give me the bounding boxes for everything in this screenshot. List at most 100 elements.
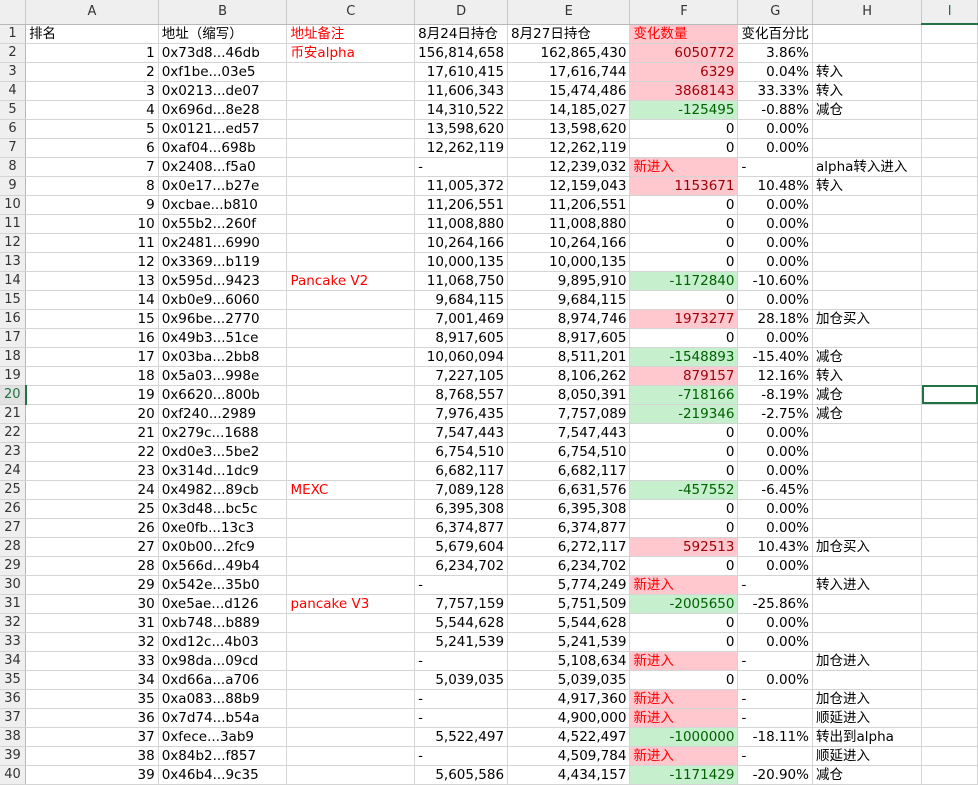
cell-A6[interactable]: 5 <box>25 119 159 139</box>
cell-C2[interactable]: 币安alpha <box>286 43 416 63</box>
column-header-F[interactable]: F <box>629 0 739 25</box>
cell-I17[interactable] <box>921 328 978 348</box>
cell-C12[interactable] <box>286 233 416 253</box>
cell-B6[interactable]: 0x0121...ed57 <box>158 119 288 139</box>
cell-H19[interactable]: 转入 <box>812 366 923 386</box>
cell-G26[interactable]: 0.00% <box>737 499 813 519</box>
cell-G10[interactable]: 0.00% <box>737 195 813 215</box>
cell-E37[interactable]: 4,900,000 <box>507 708 631 728</box>
row-header[interactable]: 11 <box>0 214 27 234</box>
cell-E35[interactable]: 5,039,035 <box>507 670 631 690</box>
cell-I22[interactable] <box>921 423 978 443</box>
cell-D7[interactable]: 12,262,119 <box>414 138 509 158</box>
cell-B35[interactable]: 0xd66a...a706 <box>158 670 288 690</box>
cell-E5[interactable]: 14,185,027 <box>507 100 631 120</box>
cell-G7[interactable]: 0.00% <box>737 138 813 158</box>
cell-H23[interactable] <box>812 442 923 462</box>
row-header[interactable]: 40 <box>0 765 27 785</box>
cell-G24[interactable]: 0.00% <box>737 461 813 481</box>
cell-G17[interactable]: 0.00% <box>737 328 813 348</box>
cell-D22[interactable]: 7,547,443 <box>414 423 509 443</box>
cell-G23[interactable]: 0.00% <box>737 442 813 462</box>
row-header[interactable]: 4 <box>0 81 27 101</box>
cell-D6[interactable]: 13,598,620 <box>414 119 509 139</box>
cell-H11[interactable] <box>812 214 923 234</box>
cell-C32[interactable] <box>286 613 416 633</box>
cell-G21[interactable]: -2.75% <box>737 404 813 424</box>
cell-F40[interactable]: -1171429 <box>629 765 739 785</box>
cell-G6[interactable]: 0.00% <box>737 119 813 139</box>
cell-F2[interactable]: 6050772 <box>629 43 739 63</box>
cell-F19[interactable]: 879157 <box>629 366 739 386</box>
cell-F34[interactable]: 新进入 <box>629 651 739 671</box>
cell-I40[interactable] <box>921 765 978 785</box>
cell-D38[interactable]: 5,522,497 <box>414 727 509 747</box>
cell-G12[interactable]: 0.00% <box>737 233 813 253</box>
cell-A28[interactable]: 27 <box>25 537 159 557</box>
cell-B7[interactable]: 0xaf04...698b <box>158 138 288 158</box>
cell-B2[interactable]: 0x73d8...46db <box>158 43 288 63</box>
cell-C39[interactable] <box>286 746 416 766</box>
cell-A11[interactable]: 10 <box>25 214 159 234</box>
cell-I16[interactable] <box>921 309 978 329</box>
cell-E14[interactable]: 9,895,910 <box>507 271 631 291</box>
cell-F30[interactable]: 新进入 <box>629 575 739 595</box>
cell-D16[interactable]: 7,001,469 <box>414 309 509 329</box>
cell-H25[interactable] <box>812 480 923 500</box>
cell-A19[interactable]: 18 <box>25 366 159 386</box>
cell-E26[interactable]: 6,395,308 <box>507 499 631 519</box>
cell-A31[interactable]: 30 <box>25 594 159 614</box>
cell-G31[interactable]: -25.86% <box>737 594 813 614</box>
cell-D25[interactable]: 7,089,128 <box>414 480 509 500</box>
cell-H39[interactable]: 顺延进入 <box>812 746 923 766</box>
cell-D2[interactable]: 156,814,658 <box>414 43 509 63</box>
row-header[interactable]: 6 <box>0 119 27 139</box>
cell-A10[interactable]: 9 <box>25 195 159 215</box>
cell-A20[interactable]: 19 <box>25 385 159 405</box>
cell-D4[interactable]: 11,606,343 <box>414 81 509 101</box>
column-header-C[interactable]: C <box>286 0 416 25</box>
cell-E6[interactable]: 13,598,620 <box>507 119 631 139</box>
cell-H28[interactable]: 加仓买入 <box>812 537 923 557</box>
row-header[interactable]: 10 <box>0 195 27 215</box>
cell-I28[interactable] <box>921 537 978 557</box>
cell-E28[interactable]: 6,272,117 <box>507 537 631 557</box>
row-header[interactable]: 30 <box>0 575 27 595</box>
cell-E39[interactable]: 4,509,784 <box>507 746 631 766</box>
cell-D28[interactable]: 5,679,604 <box>414 537 509 557</box>
cell-E32[interactable]: 5,544,628 <box>507 613 631 633</box>
row-header[interactable]: 37 <box>0 708 27 728</box>
cell-C30[interactable] <box>286 575 416 595</box>
cell-D39[interactable]: - <box>414 746 509 766</box>
cell-A23[interactable]: 22 <box>25 442 159 462</box>
cell-B5[interactable]: 0x696d...8e28 <box>158 100 288 120</box>
cell-H6[interactable] <box>812 119 923 139</box>
cell-F17[interactable]: 0 <box>629 328 739 348</box>
cell-C10[interactable] <box>286 195 416 215</box>
cell-D21[interactable]: 7,976,435 <box>414 404 509 424</box>
column-header-G[interactable]: G <box>737 0 813 25</box>
cell-H30[interactable]: 转入进入 <box>812 575 923 595</box>
cell-A12[interactable]: 11 <box>25 233 159 253</box>
cell-B25[interactable]: 0x4982...89cb <box>158 480 288 500</box>
cell-I18[interactable] <box>921 347 978 367</box>
row-header[interactable]: 16 <box>0 309 27 329</box>
cell-I15[interactable] <box>921 290 978 310</box>
cell-F20[interactable]: -718166 <box>629 385 739 405</box>
cell-A33[interactable]: 32 <box>25 632 159 652</box>
cell-E40[interactable]: 4,434,157 <box>507 765 631 785</box>
cell-B31[interactable]: 0xe5ae...d126 <box>158 594 288 614</box>
row-header[interactable]: 22 <box>0 423 27 443</box>
cell-E10[interactable]: 11,206,551 <box>507 195 631 215</box>
cell-D30[interactable]: - <box>414 575 509 595</box>
cell-H17[interactable] <box>812 328 923 348</box>
cell-I5[interactable] <box>921 100 978 120</box>
column-header-H[interactable]: H <box>812 0 923 25</box>
cell-H14[interactable] <box>812 271 923 291</box>
row-header[interactable]: 36 <box>0 689 27 709</box>
cell-F12[interactable]: 0 <box>629 233 739 253</box>
cell-I14[interactable] <box>921 271 978 291</box>
cell-B23[interactable]: 0xd0e3...5be2 <box>158 442 288 462</box>
cell-G40[interactable]: -20.90% <box>737 765 813 785</box>
row-header[interactable]: 21 <box>0 404 27 424</box>
